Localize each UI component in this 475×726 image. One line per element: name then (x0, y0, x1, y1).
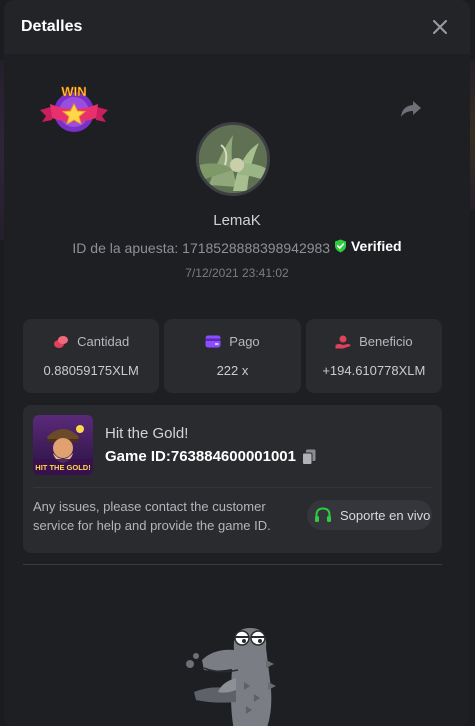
game-thumbnail-image: HIT THE GOLD! (33, 415, 93, 475)
card-icon (205, 335, 221, 348)
details-modal: Detalles WIN LemaK ID de la apuesta: 171… (4, 0, 470, 726)
close-button[interactable] (428, 15, 452, 39)
divider (23, 564, 442, 565)
stat-profit-value: +194.610778XLM (322, 363, 426, 378)
stat-payout: Pago 222 x (164, 319, 301, 393)
support-help-text: Any issues, please contact the customer … (33, 499, 271, 533)
stat-payout-label: Pago (229, 334, 260, 349)
stat-amount-label: Cantidad (77, 334, 130, 349)
bet-id-value: 1718528888398942983 (182, 240, 331, 256)
game-id-value: 763884600001001 (170, 448, 296, 465)
bet-id-label: ID de la apuesta: (72, 240, 183, 256)
stat-profit-label: Beneficio (359, 334, 413, 349)
game-thumbnail-text: HIT THE GOLD! (35, 463, 90, 472)
hand-coin-icon (335, 335, 351, 348)
modal-header: Detalles (4, 0, 470, 54)
avatar-image (199, 125, 267, 193)
username: LemaK (213, 212, 261, 229)
live-support-button[interactable]: Soporte en vivo (307, 500, 432, 530)
share-button[interactable] (400, 99, 422, 119)
copy-icon[interactable] (302, 449, 316, 465)
live-support-label: Soporte en vivo (340, 507, 431, 523)
game-thumbnail[interactable]: HIT THE GOLD! (33, 415, 93, 475)
game-id-row: Game ID:763884600001001 (105, 448, 316, 465)
verified-badge: Verified (334, 238, 402, 254)
stat-profit: Beneficio +194.610778XLM (305, 319, 442, 393)
close-icon (433, 20, 447, 34)
win-badge-icon: WIN (40, 84, 108, 132)
avatar (196, 122, 270, 196)
game-id-label: Game ID: (105, 448, 171, 465)
bet-details-panel: WIN LemaK ID de la apuesta: 171852888839… (4, 54, 470, 726)
crocodile-mascot-icon (186, 628, 276, 726)
modal-title: Detalles (21, 18, 83, 35)
bet-id-row: ID de la apuesta: 1718528888398942983 Ve… (4, 238, 470, 256)
headset-icon (315, 507, 331, 522)
divider (33, 487, 432, 488)
stat-payout-value: 222 x (216, 363, 249, 378)
share-icon (401, 101, 421, 117)
shield-check-icon (334, 239, 346, 253)
game-card: HIT THE GOLD! Hit the Gold! Game ID:7638… (23, 405, 442, 553)
stat-amount-value: 0.88059175XLM (43, 363, 139, 378)
bet-timestamp: 7/12/2021 23:41:02 (185, 266, 289, 280)
stat-amount: Cantidad 0.88059175XLM (23, 319, 160, 393)
stats-row: Cantidad 0.88059175XLM Pago 222 x Benefi… (23, 319, 442, 393)
game-title[interactable]: Hit the Gold! (105, 425, 188, 442)
coins-icon (54, 335, 69, 348)
verified-label: Verified (350, 238, 402, 254)
win-badge-text: WIN (61, 84, 86, 99)
